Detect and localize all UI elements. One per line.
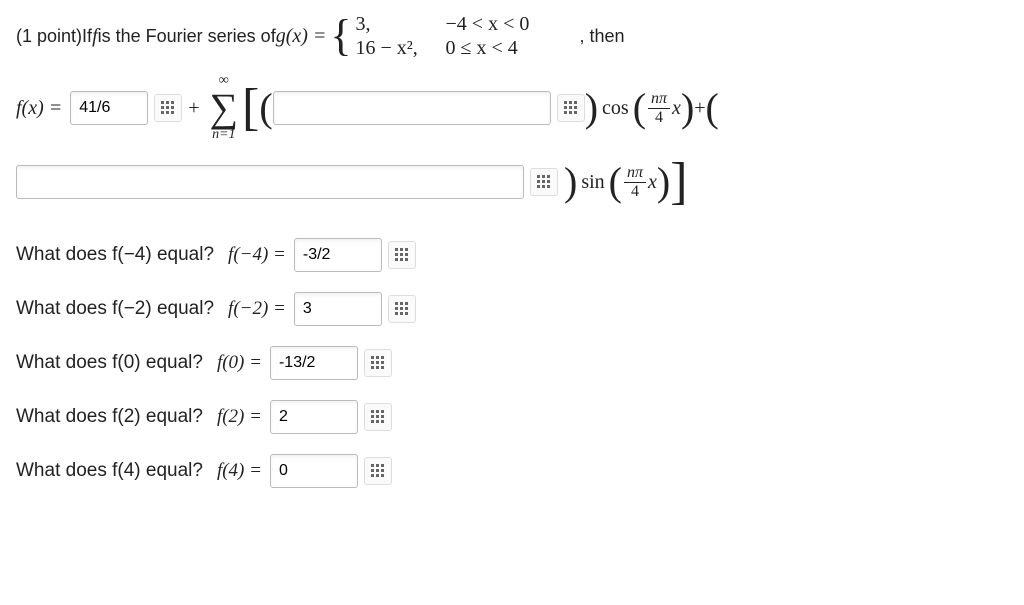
left-paren: ( — [259, 88, 272, 128]
right-paren: ) — [657, 162, 670, 202]
keypad-button[interactable] — [530, 168, 558, 196]
keypad-button[interactable] — [388, 241, 416, 269]
keypad-button[interactable] — [364, 457, 392, 485]
left-paren: ( — [706, 88, 719, 128]
intro-mid: is the Fourier series of — [98, 26, 276, 47]
f-equation: f(4) = — [217, 460, 262, 482]
keypad-button[interactable] — [388, 295, 416, 323]
an-input[interactable] — [273, 91, 551, 125]
a0-input[interactable] — [70, 91, 148, 125]
points-label: (1 point) — [16, 26, 82, 47]
g-expr: g(x) = — [276, 25, 327, 48]
case1-condition: −4 < x < 0 — [446, 12, 576, 36]
sigma-icon: ∑ — [210, 88, 239, 128]
x-symbol: x — [648, 171, 657, 194]
plus-sign: + — [188, 97, 199, 120]
answer-input-f2[interactable] — [270, 400, 358, 434]
intro-prefix: If — [82, 26, 92, 47]
fourier-line-1: f(x) = + ∞ ∑ n=1 [ ( ) cos ( nπ 4 x ) + … — [16, 74, 1008, 142]
right-paren: ) — [585, 88, 598, 128]
question-label: What does f(0) equal? — [16, 352, 203, 374]
keypad-icon — [371, 464, 385, 478]
keypad-icon — [395, 302, 409, 316]
left-paren: ( — [633, 88, 646, 128]
fourier-line-2: ) sin ( nπ 4 x ) ] — [16, 156, 1008, 208]
cases: 3, −4 < x < 0 16 − x², 0 ≤ x < 4 — [356, 12, 576, 60]
left-brace: { — [330, 14, 351, 58]
summation: ∞ ∑ n=1 — [210, 74, 239, 142]
question-label: What does f(4) equal? — [16, 460, 203, 482]
piecewise-definition: { 3, −4 < x < 0 16 − x², 0 ≤ x < 4 — [330, 12, 575, 60]
f-equation: f(−4) = — [228, 244, 286, 266]
frac-den: 4 — [628, 183, 642, 201]
question-row: What does f(2) equal? f(2) = — [16, 400, 1008, 434]
cos-label: cos — [602, 97, 629, 120]
left-bracket: [ — [242, 82, 259, 134]
f-equation: f(−2) = — [228, 298, 286, 320]
frac-num: nπ — [624, 164, 646, 183]
keypad-icon — [161, 101, 175, 115]
right-paren: ) — [681, 88, 694, 128]
plus-sign: + — [694, 97, 705, 120]
sin-label: sin — [581, 171, 604, 194]
answer-input-fneg2[interactable] — [294, 292, 382, 326]
answer-input-fneg4[interactable] — [294, 238, 382, 272]
problem-statement: (1 point) If f is the Fourier series of … — [16, 12, 1008, 60]
question-label: What does f(−4) equal? — [16, 244, 214, 266]
then-label: , then — [580, 26, 625, 47]
keypad-button[interactable] — [364, 403, 392, 431]
f-equation: f(0) = — [217, 352, 262, 374]
right-bracket: ] — [670, 156, 687, 208]
keypad-button[interactable] — [557, 94, 585, 122]
frac-den: 4 — [652, 109, 666, 127]
keypad-icon — [564, 101, 578, 115]
answer-input-f0[interactable] — [270, 346, 358, 380]
case1-value: 3, — [356, 12, 446, 36]
keypad-icon — [371, 410, 385, 424]
question-row: What does f(−4) equal? f(−4) = — [16, 238, 1008, 272]
question-row: What does f(4) equal? f(4) = — [16, 454, 1008, 488]
answer-input-f4[interactable] — [270, 454, 358, 488]
question-label: What does f(2) equal? — [16, 406, 203, 428]
question-row: What does f(0) equal? f(0) = — [16, 346, 1008, 380]
sin-fraction: nπ 4 — [624, 164, 646, 200]
question-label: What does f(−2) equal? — [16, 298, 214, 320]
fx-equals: f(x) = — [16, 97, 62, 120]
keypad-button[interactable] — [364, 349, 392, 377]
question-row: What does f(−2) equal? f(−2) = — [16, 292, 1008, 326]
keypad-icon — [395, 248, 409, 262]
cos-fraction: nπ 4 — [648, 90, 670, 126]
bn-input[interactable] — [16, 165, 524, 199]
keypad-icon — [537, 175, 551, 189]
x-symbol: x — [672, 97, 681, 120]
left-paren: ( — [609, 162, 622, 202]
case2-value: 16 − x², — [356, 36, 446, 60]
keypad-button[interactable] — [154, 94, 182, 122]
sum-lower: n=1 — [212, 128, 235, 142]
right-paren: ) — [564, 162, 577, 202]
f-equation: f(2) = — [217, 406, 262, 428]
keypad-icon — [371, 356, 385, 370]
frac-num: nπ — [648, 90, 670, 109]
case2-condition: 0 ≤ x < 4 — [446, 36, 576, 60]
